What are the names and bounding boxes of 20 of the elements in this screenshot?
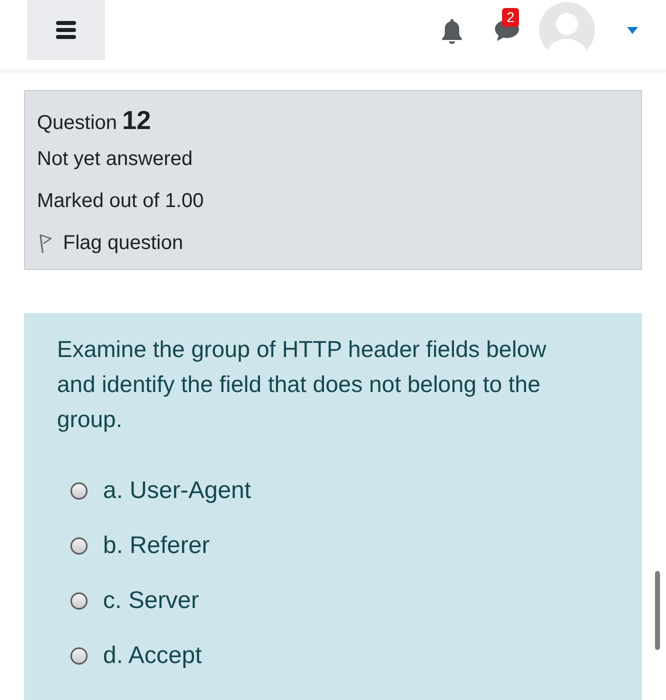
radio-button[interactable]	[70, 646, 88, 664]
flag-question-link[interactable]: Flag question	[63, 231, 184, 255]
flag-icon[interactable]	[39, 234, 52, 252]
question-label: Question	[37, 111, 118, 136]
bell-icon[interactable]	[441, 19, 463, 44]
caret-down-icon[interactable]	[627, 27, 638, 34]
question-text: Examine the group of HTTP header fields below and identify the field that does not belong to the group.	[57, 335, 548, 434]
answer-status: Not yet answered	[37, 147, 194, 171]
radio-button[interactable]	[70, 482, 88, 500]
menu-button[interactable]	[27, 0, 105, 60]
radio-button[interactable]	[70, 592, 88, 610]
question-number: 12	[122, 104, 151, 136]
option-label[interactable]: a. User-Agent	[103, 473, 252, 508]
radio-button[interactable]	[70, 536, 88, 554]
marks-text: Marked out of 1.00	[37, 189, 205, 213]
menu-icon	[56, 21, 76, 39]
option-label[interactable]: b. Referer	[103, 528, 210, 563]
option-label[interactable]: d. Accept	[103, 638, 202, 673]
option-label[interactable]: c. Server	[103, 583, 200, 618]
message-count-badge: 2	[502, 8, 519, 27]
